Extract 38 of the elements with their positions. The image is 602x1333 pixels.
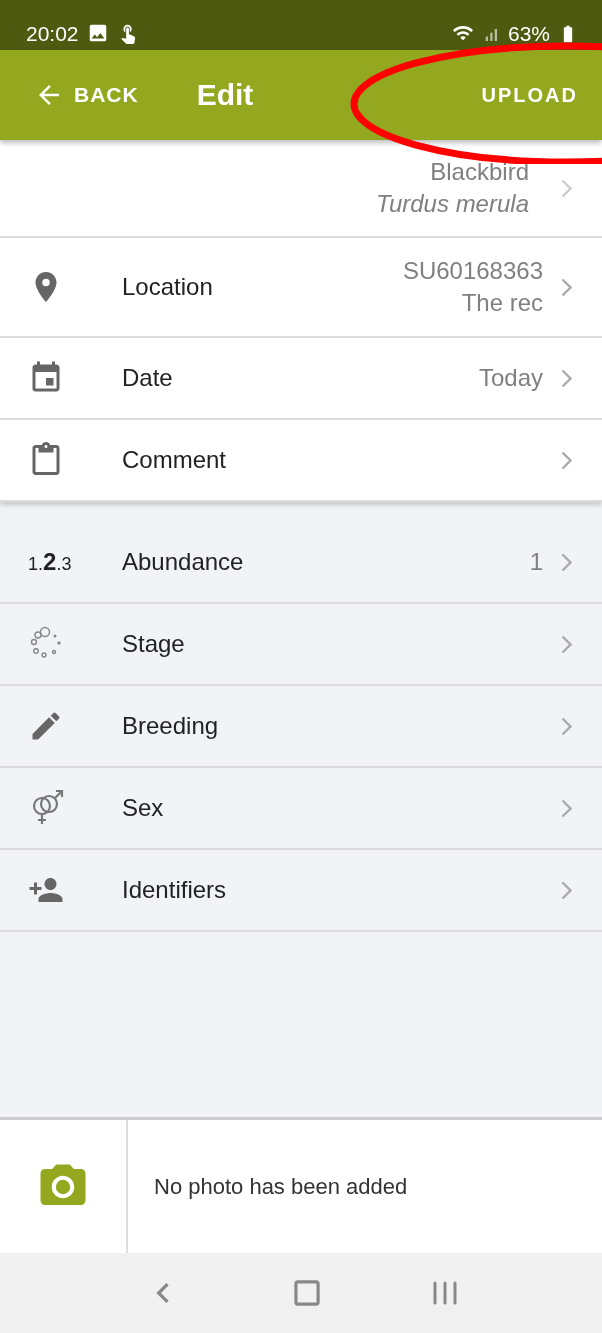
- row-value: 1: [529, 547, 543, 577]
- form-row[interactable]: Date Today: [0, 338, 602, 420]
- row-label: Sex: [122, 794, 165, 822]
- form-row[interactable]: Sex: [0, 768, 602, 850]
- row-label: Location: [122, 273, 214, 301]
- chevron-icon: [561, 450, 572, 470]
- page-title: Edit: [196, 78, 254, 112]
- row-label: Date: [122, 364, 174, 392]
- chevron-icon: [561, 716, 572, 736]
- scientific-name: Turdus merula: [376, 189, 529, 219]
- row-value: Today: [478, 363, 543, 393]
- row-label: Breeding: [122, 712, 220, 740]
- row-value: The rec: [461, 288, 543, 318]
- common-name: Blackbird: [430, 157, 529, 187]
- status-time: 20:02: [26, 22, 79, 46]
- numbers-icon: 1.2.3: [28, 548, 72, 576]
- recent-apps-icon[interactable]: [431, 1280, 460, 1306]
- battery-percent: 63%: [507, 22, 550, 46]
- form-row[interactable]: Breeding: [0, 686, 602, 768]
- row-label: Abundance: [122, 548, 245, 576]
- row-label: Stage: [122, 630, 186, 658]
- species-row[interactable]: Blackbird Turdus merula: [0, 140, 602, 238]
- form-row[interactable]: Location SU60168363 The rec: [0, 238, 602, 338]
- chevron-icon: [561, 798, 572, 818]
- chevron-icon: [561, 880, 572, 900]
- chevron-icon: [561, 277, 572, 297]
- row-label: Identifiers: [122, 876, 228, 904]
- form-row[interactable]: Stage: [0, 604, 602, 686]
- row-value: SU60168363: [402, 256, 543, 286]
- chevron-icon: [561, 178, 572, 198]
- photo-message: No photo has been added: [154, 1173, 408, 1200]
- chevron-icon: [561, 552, 572, 572]
- row-label: Comment: [122, 446, 228, 474]
- chevron-icon: [561, 368, 572, 388]
- form-row[interactable]: Identifiers: [0, 850, 602, 932]
- form-row[interactable]: 1.2.3 Abundance 1: [0, 522, 602, 604]
- form-row[interactable]: Comment: [0, 420, 602, 502]
- chevron-icon: [561, 634, 572, 654]
